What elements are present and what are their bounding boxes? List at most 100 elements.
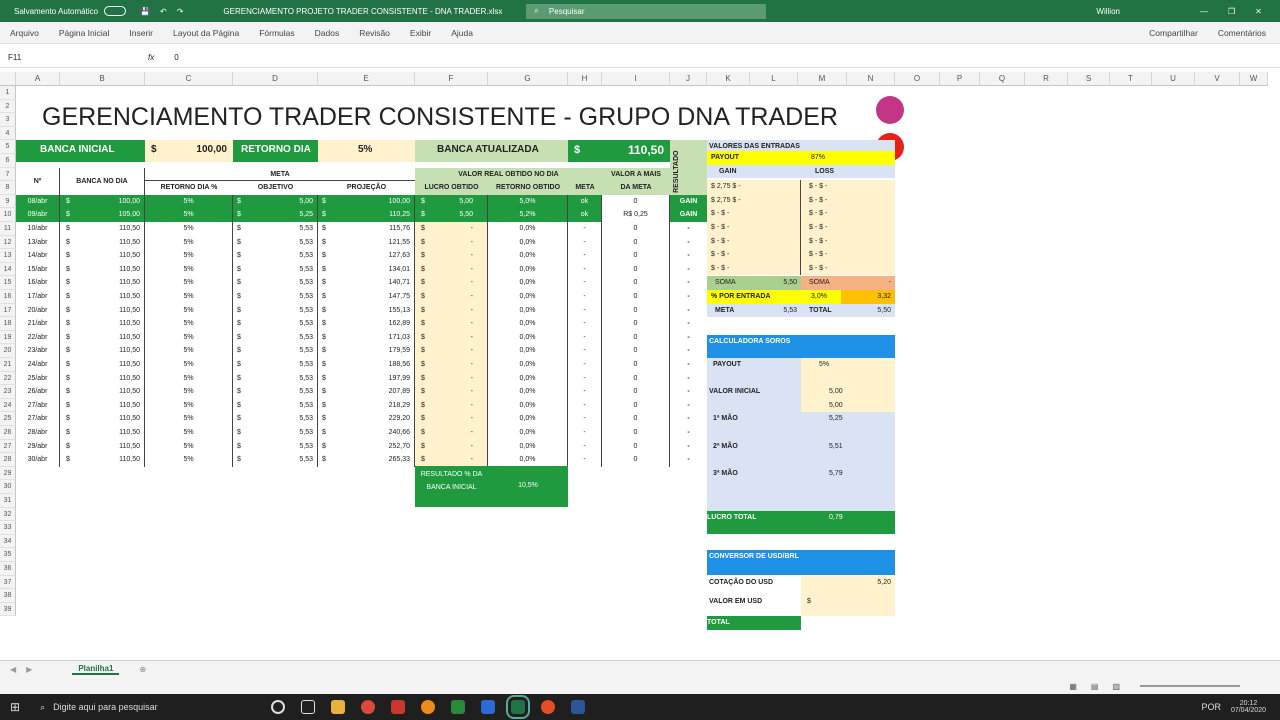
row-lucro-cur[interactable]: $ <box>415 194 429 209</box>
column-header-a[interactable]: A <box>16 72 60 86</box>
row-objetivo[interactable]: 5,53 <box>247 317 318 331</box>
row-retorno[interactable]: 5% <box>145 276 233 290</box>
row-banca-cur[interactable]: $ <box>60 290 74 304</box>
row-header[interactable]: 33 <box>0 521 16 535</box>
row-lucro-cur[interactable]: $ <box>415 439 429 454</box>
gain-cell[interactable]: $ - $ - <box>707 221 801 235</box>
row-objetivo-cur[interactable]: $ <box>233 426 247 440</box>
row-valor-mais[interactable]: 0 <box>602 358 670 372</box>
row-objetivo[interactable]: 5,53 <box>247 371 318 386</box>
row-objetivo[interactable]: 5,53 <box>247 426 318 440</box>
row-objetivo-cur[interactable]: $ <box>233 194 247 209</box>
row-header[interactable]: 23 <box>0 385 16 399</box>
row-resultado[interactable]: - <box>670 426 707 440</box>
valor-usd-value[interactable]: $ <box>801 595 895 616</box>
row-valor-mais[interactable]: R$ 0,25 <box>602 208 670 222</box>
row-resultado[interactable]: - <box>670 263 707 277</box>
row-meta-status[interactable]: - <box>568 398 602 413</box>
row-valor-mais[interactable]: 0 <box>602 303 670 318</box>
row-projecao[interactable]: 188,56 <box>332 358 415 372</box>
row-lucro[interactable]: - <box>429 412 488 426</box>
row-projecao-cur[interactable]: $ <box>318 208 332 222</box>
row-header[interactable]: 20 <box>0 344 16 358</box>
row-projecao-cur[interactable]: $ <box>318 453 332 467</box>
row-retorno-obtido[interactable]: 0,0% <box>488 235 568 250</box>
row-lucro-cur[interactable]: $ <box>415 303 429 318</box>
row-lucro-cur[interactable]: $ <box>415 222 429 236</box>
tab-pagina-inicial[interactable]: Página Inicial <box>59 28 110 38</box>
row-resultado[interactable]: - <box>670 372 707 386</box>
row-resultado[interactable]: GAIN <box>670 208 707 222</box>
app-green-icon[interactable] <box>451 700 466 714</box>
column-header-d[interactable]: D <box>233 72 318 86</box>
column-header-n[interactable]: N <box>847 72 895 86</box>
autosave-toggle[interactable] <box>104 6 127 16</box>
row-projecao-cur[interactable]: $ <box>318 399 332 413</box>
column-header-m[interactable]: M <box>798 72 847 86</box>
row-lucro[interactable]: - <box>429 358 488 372</box>
row-header[interactable]: 27 <box>0 439 16 454</box>
row-header[interactable]: 4 <box>0 126 16 141</box>
row-projecao[interactable]: 229,20 <box>332 412 415 426</box>
soma-gain-label[interactable]: SOMA <box>707 276 751 290</box>
row-date[interactable]: 10/abr <box>16 222 60 236</box>
row-projecao[interactable]: 162,89 <box>332 317 415 331</box>
row-banca[interactable]: 110,50 <box>74 262 145 277</box>
row-objetivo[interactable]: 5,53 <box>247 453 318 467</box>
row-retorno-obtido[interactable]: 5,2% <box>488 208 568 222</box>
row-objetivo-cur[interactable]: $ <box>233 290 247 304</box>
user-name[interactable]: Willion <box>1096 7 1120 16</box>
share-button[interactable]: Compartilhar <box>1149 28 1198 38</box>
row-projecao-cur[interactable]: $ <box>318 331 332 345</box>
row-header[interactable]: 5 <box>0 140 16 154</box>
row-header[interactable]: 8 <box>0 181 16 195</box>
row-objetivo-cur[interactable]: $ <box>233 222 247 236</box>
row-resultado[interactable]: - <box>670 358 707 372</box>
row-header[interactable]: 6 <box>0 154 16 168</box>
row-date[interactable]: 27/abr <box>16 398 60 413</box>
row-objetivo-cur[interactable]: $ <box>233 208 247 222</box>
row-banca[interactable]: 105,00 <box>74 208 145 222</box>
row-valor-mais[interactable]: 0 <box>602 194 670 209</box>
row-resultado[interactable]: - <box>670 290 707 304</box>
row-retorno-obtido[interactable]: 0,0% <box>488 358 568 372</box>
row-retorno-obtido[interactable]: 0,0% <box>488 371 568 386</box>
row-date[interactable]: 17/abr <box>16 290 60 304</box>
row-valor-mais[interactable]: 0 <box>602 276 670 290</box>
row-valor-mais[interactable]: 0 <box>602 344 670 358</box>
gain-header[interactable]: GAIN <box>707 164 801 179</box>
row-projecao[interactable]: 140,71 <box>332 276 415 290</box>
row-lucro-cur[interactable]: $ <box>415 398 429 413</box>
spreadsheet-grid[interactable]: A B C D E F G H I J K L M N O P Q R S T U V W 1 2 3 4 5 6 7 8 9 10 11 12 13… <box>0 72 1268 660</box>
row-valor-mais[interactable]: 0 <box>602 412 670 426</box>
save-icon[interactable]: 💾 <box>140 7 150 16</box>
row-header[interactable]: 30 <box>0 480 16 494</box>
row-header[interactable]: 3 <box>0 113 16 127</box>
row-banca-cur[interactable]: $ <box>60 440 74 454</box>
row-objetivo-cur[interactable]: $ <box>233 399 247 413</box>
row-retorno[interactable]: 5% <box>145 290 233 304</box>
row-projecao-cur[interactable]: $ <box>318 344 332 358</box>
row-lucro-cur[interactable]: $ <box>415 453 429 467</box>
row-valor-mais[interactable]: 0 <box>602 222 670 236</box>
row-banca[interactable]: 110,50 <box>74 453 145 467</box>
row-meta-status[interactable]: ok <box>568 194 602 209</box>
row-date[interactable]: 08/abr <box>16 194 60 209</box>
clock[interactable]: 20:12 07/04/2020 <box>1231 700 1266 714</box>
row-resultado[interactable]: GAIN <box>670 194 707 209</box>
gain-cell[interactable]: $ - $ - <box>707 207 801 221</box>
redo-icon[interactable]: ↷ <box>177 7 184 16</box>
row-date[interactable]: 22/abr <box>16 330 60 345</box>
row-retorno-obtido[interactable]: 0,0% <box>488 439 568 454</box>
banca-atualizada-currency[interactable]: $ <box>568 140 588 163</box>
row-meta-status[interactable]: - <box>568 330 602 345</box>
pdf-icon[interactable] <box>391 700 406 714</box>
row-banca[interactable]: 110,50 <box>74 330 145 345</box>
payout-label[interactable]: PAYOUT <box>707 151 801 165</box>
row-header[interactable]: 15 <box>0 276 16 290</box>
row-lucro-cur[interactable]: $ <box>415 371 429 386</box>
row-retorno-obtido[interactable]: 0,0% <box>488 262 568 277</box>
header-num[interactable]: Nº <box>16 167 60 195</box>
row-date[interactable]: 13/abr <box>16 235 60 250</box>
row-banca[interactable]: 110,50 <box>74 249 145 263</box>
